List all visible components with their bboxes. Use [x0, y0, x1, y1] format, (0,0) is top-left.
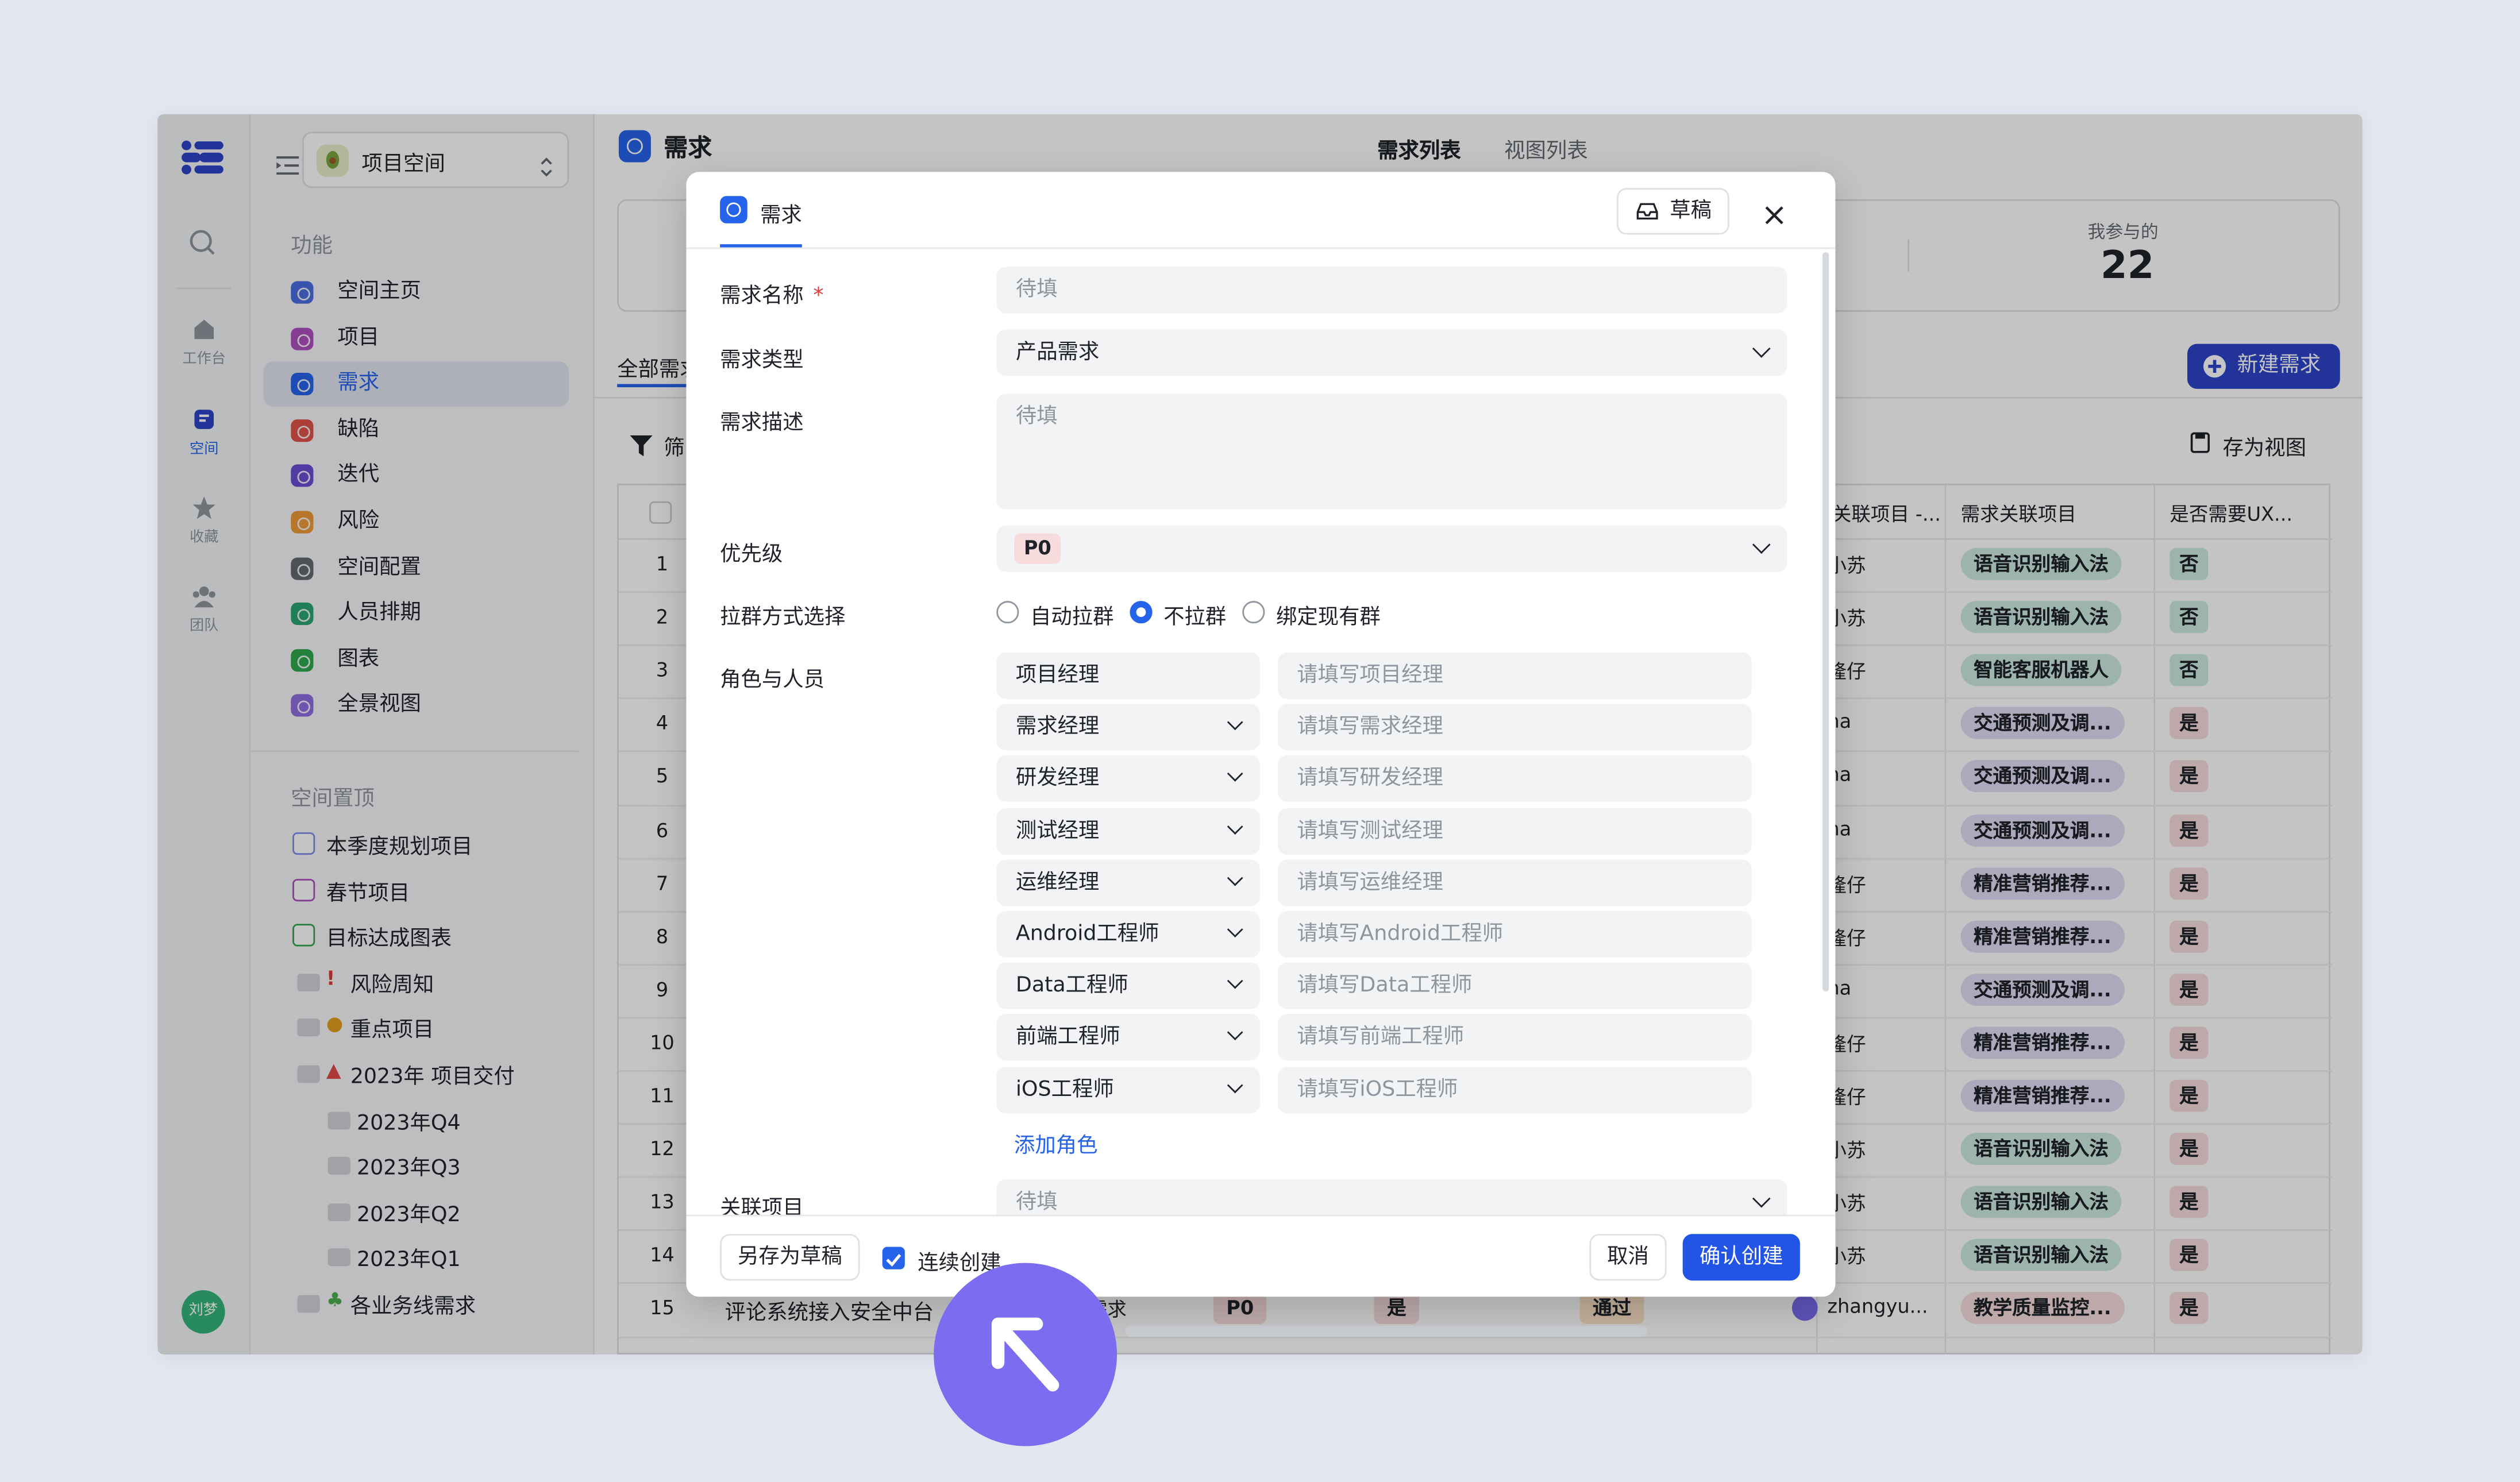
role-name: Data工程师 [1015, 974, 1128, 998]
role-select[interactable]: 需求经理 [996, 704, 1260, 751]
chevron-down-icon [1227, 1025, 1243, 1041]
create-requirement-dialog: 需求 草稿 需求名称 * 待填 需求类型 产品需求 需求描述 待填 优先级 P0 … [686, 172, 1836, 1297]
name-input[interactable]: 待填 [996, 267, 1787, 314]
chevron-down-icon [1227, 818, 1243, 834]
chevron-down-icon [1227, 973, 1243, 990]
role-select[interactable]: 测试经理 [996, 807, 1260, 854]
dialog-footer: 另存为草稿 连续创建 取消 确认创建 [686, 1214, 1836, 1297]
role-person-input[interactable]: 请填写前端工程师 [1277, 1014, 1752, 1062]
continuous-create-checkbox[interactable] [882, 1246, 905, 1269]
role-select[interactable]: Android工程师 [996, 911, 1260, 958]
role-person-input[interactable]: 请填写研发经理 [1277, 755, 1752, 802]
radio-no-group[interactable] [1130, 601, 1153, 624]
name-label: 需求名称 [720, 284, 804, 309]
chevron-down-icon [1752, 1189, 1771, 1208]
chevron-down-icon [1227, 766, 1243, 782]
role-name: 项目经理 [1015, 663, 1100, 688]
check-icon [886, 1253, 901, 1267]
description-textarea[interactable]: 待填 [996, 393, 1787, 510]
role-name: Android工程师 [1015, 922, 1159, 947]
cancel-button[interactable]: 取消 [1589, 1234, 1667, 1281]
chevron-down-icon [1752, 339, 1771, 358]
requirement-icon [720, 196, 747, 223]
role-person-input[interactable]: 请填写测试经理 [1277, 807, 1752, 854]
type-value: 产品需求 [1015, 341, 1100, 365]
role-name: 前端工程师 [1015, 1025, 1120, 1050]
role-person-input[interactable]: 请填写iOS工程师 [1277, 1066, 1752, 1113]
chevron-down-icon [1752, 535, 1771, 554]
cursor-pointer-icon [934, 1263, 1118, 1446]
dialog-scrollbar[interactable] [1822, 252, 1829, 991]
role-name: iOS工程师 [1015, 1077, 1114, 1102]
confirm-create-button[interactable]: 确认创建 [1682, 1234, 1800, 1281]
close-icon[interactable] [1764, 201, 1784, 231]
role-person-input[interactable]: 请填写项目经理 [1277, 652, 1752, 699]
radio-no-group-label[interactable]: 不拉群 [1163, 599, 1226, 630]
draft-button[interactable]: 草稿 [1616, 188, 1729, 235]
role-person-input[interactable]: 请填写Android工程师 [1277, 911, 1752, 958]
role-select[interactable]: 运维经理 [996, 859, 1260, 906]
save-as-draft-button[interactable]: 另存为草稿 [720, 1234, 860, 1281]
role-select[interactable]: 项目经理 [996, 652, 1260, 699]
radio-bind-group-label[interactable]: 绑定现有群 [1276, 599, 1381, 630]
chevron-down-icon [1227, 715, 1243, 731]
chevron-down-icon [1227, 870, 1243, 886]
role-select[interactable]: 前端工程师 [996, 1014, 1260, 1062]
inbox-icon [1636, 203, 1658, 220]
role-name: 研发经理 [1015, 767, 1100, 792]
role-name: 运维经理 [1015, 870, 1100, 895]
role-person-input[interactable]: 请填写需求经理 [1277, 704, 1752, 751]
roles-label: 角色与人员 [720, 668, 825, 693]
dialog-tab[interactable]: 需求 [760, 198, 802, 228]
radio-auto-group[interactable] [996, 601, 1019, 624]
priority-label: 优先级 [720, 543, 783, 568]
role-select[interactable]: iOS工程师 [996, 1066, 1260, 1113]
type-select[interactable]: 产品需求 [996, 329, 1787, 376]
desc-label: 需求描述 [720, 411, 804, 436]
chevron-down-icon [1227, 921, 1243, 938]
project-placeholder: 待填 [1015, 1190, 1058, 1215]
priority-select[interactable]: P0 [996, 525, 1787, 572]
radio-bind-group[interactable] [1242, 601, 1265, 624]
chevron-down-icon [1227, 1076, 1243, 1093]
role-person-input[interactable]: 请填写Data工程师 [1277, 963, 1752, 1010]
draft-label: 草稿 [1670, 199, 1712, 223]
radio-auto-group-label[interactable]: 自动拉群 [1030, 599, 1113, 630]
role-select[interactable]: 研发经理 [996, 755, 1260, 802]
required-mark: * [813, 284, 824, 309]
priority-tag: P0 [1014, 533, 1061, 564]
role-select[interactable]: Data工程师 [996, 963, 1260, 1010]
table-h-scrollbar[interactable] [1125, 1325, 1648, 1337]
role-person-input[interactable]: 请填写运维经理 [1277, 859, 1752, 906]
type-label: 需求类型 [720, 348, 804, 373]
role-name: 需求经理 [1015, 715, 1100, 740]
add-role-link[interactable]: 添加角色 [1014, 1128, 1097, 1159]
group-mode-label: 拉群方式选择 [720, 605, 846, 630]
role-name: 测试经理 [1015, 819, 1100, 843]
